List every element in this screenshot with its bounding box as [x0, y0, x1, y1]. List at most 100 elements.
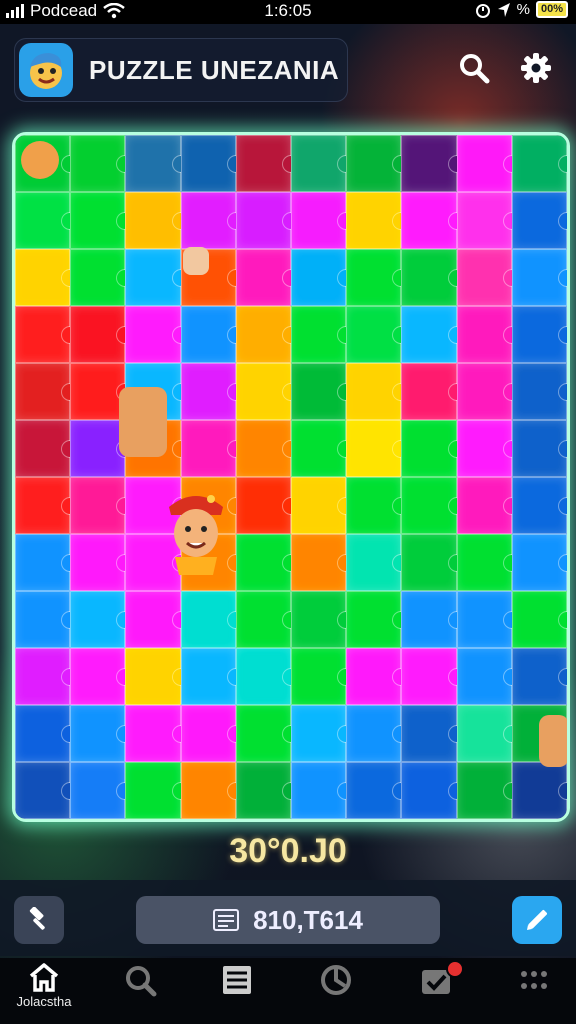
- puzzle-piece[interactable]: [401, 363, 465, 420]
- puzzle-piece[interactable]: [180, 135, 245, 192]
- puzzle-piece[interactable]: [235, 192, 300, 249]
- puzzle-piece[interactable]: [70, 534, 134, 591]
- puzzle-piece[interactable]: [70, 192, 134, 249]
- puzzle-piece[interactable]: [15, 762, 79, 819]
- puzzle-piece[interactable]: [511, 762, 567, 819]
- puzzle-piece[interactable]: [125, 249, 189, 306]
- puzzle-piece[interactable]: [70, 306, 134, 363]
- puzzle-piece[interactable]: [125, 306, 189, 363]
- puzzle-piece[interactable]: [125, 192, 189, 249]
- puzzle-piece[interactable]: [346, 591, 410, 648]
- puzzle-piece[interactable]: [511, 648, 567, 705]
- edit-button[interactable]: [512, 896, 562, 944]
- puzzle-piece[interactable]: [401, 192, 465, 249]
- puzzle-piece[interactable]: [125, 762, 189, 819]
- puzzle-piece[interactable]: [180, 591, 245, 648]
- tab-stats[interactable]: [296, 962, 376, 1022]
- tab-list[interactable]: [198, 962, 278, 1022]
- puzzle-piece[interactable]: [125, 135, 189, 192]
- puzzle-piece[interactable]: [511, 477, 567, 534]
- puzzle-piece[interactable]: [291, 648, 355, 705]
- hammer-button[interactable]: [14, 896, 64, 944]
- tab-home[interactable]: Jolacstha: [4, 962, 84, 1022]
- puzzle-piece[interactable]: [401, 762, 465, 819]
- puzzle-piece[interactable]: [456, 249, 521, 306]
- puzzle-piece[interactable]: [15, 648, 79, 705]
- puzzle-piece[interactable]: [511, 192, 567, 249]
- puzzle-piece[interactable]: [291, 705, 355, 762]
- puzzle-piece[interactable]: [235, 249, 300, 306]
- puzzle-piece[interactable]: [235, 705, 300, 762]
- puzzle-piece[interactable]: [235, 363, 300, 420]
- puzzle-piece[interactable]: [15, 249, 79, 306]
- puzzle-piece[interactable]: [346, 705, 410, 762]
- puzzle-piece[interactable]: [291, 534, 355, 591]
- puzzle-piece[interactable]: [291, 192, 355, 249]
- puzzle-piece[interactable]: [70, 135, 134, 192]
- puzzle-piece[interactable]: [456, 135, 521, 192]
- tab-search[interactable]: [100, 962, 180, 1022]
- settings-button[interactable]: [514, 46, 558, 90]
- puzzle-piece[interactable]: [346, 762, 410, 819]
- puzzle-piece[interactable]: [180, 363, 245, 420]
- puzzle-piece[interactable]: [70, 648, 134, 705]
- puzzle-piece[interactable]: [346, 363, 410, 420]
- puzzle-piece[interactable]: [180, 192, 245, 249]
- puzzle-piece[interactable]: [401, 591, 465, 648]
- puzzle-piece[interactable]: [180, 420, 245, 477]
- puzzle-piece[interactable]: [291, 135, 355, 192]
- puzzle-piece[interactable]: [401, 705, 465, 762]
- puzzle-piece[interactable]: [70, 591, 134, 648]
- puzzle-piece[interactable]: [291, 477, 355, 534]
- puzzle-piece[interactable]: [346, 477, 410, 534]
- puzzle-piece[interactable]: [235, 648, 300, 705]
- puzzle-piece[interactable]: [15, 705, 79, 762]
- puzzle-piece[interactable]: [511, 420, 567, 477]
- puzzle-piece[interactable]: [291, 762, 355, 819]
- puzzle-piece[interactable]: [346, 420, 410, 477]
- puzzle-piece[interactable]: [180, 648, 245, 705]
- puzzle-piece[interactable]: [235, 306, 300, 363]
- tab-tasks[interactable]: [396, 960, 476, 1022]
- puzzle-piece[interactable]: [456, 363, 521, 420]
- puzzle-piece[interactable]: [235, 591, 300, 648]
- tab-more[interactable]: [494, 962, 574, 1022]
- puzzle-piece[interactable]: [511, 249, 567, 306]
- puzzle-piece[interactable]: [401, 420, 465, 477]
- puzzle-piece[interactable]: [180, 705, 245, 762]
- puzzle-piece[interactable]: [180, 306, 245, 363]
- search-button[interactable]: [452, 46, 496, 90]
- puzzle-piece[interactable]: [511, 306, 567, 363]
- puzzle-piece[interactable]: [456, 648, 521, 705]
- puzzle-piece[interactable]: [125, 705, 189, 762]
- piece-counter-field[interactable]: 810,T614: [136, 896, 440, 944]
- puzzle-piece[interactable]: [15, 306, 79, 363]
- puzzle-piece[interactable]: [456, 705, 521, 762]
- puzzle-piece[interactable]: [70, 420, 134, 477]
- puzzle-piece[interactable]: [235, 420, 300, 477]
- puzzle-piece[interactable]: [456, 762, 521, 819]
- puzzle-piece[interactable]: [346, 249, 410, 306]
- puzzle-piece[interactable]: [401, 306, 465, 363]
- puzzle-piece[interactable]: [70, 762, 134, 819]
- puzzle-piece[interactable]: [346, 534, 410, 591]
- puzzle-piece[interactable]: [125, 648, 189, 705]
- puzzle-piece[interactable]: [346, 135, 410, 192]
- puzzle-piece[interactable]: [401, 648, 465, 705]
- puzzle-piece[interactable]: [291, 420, 355, 477]
- puzzle-piece[interactable]: [456, 591, 521, 648]
- puzzle-piece[interactable]: [70, 477, 134, 534]
- puzzle-piece[interactable]: [291, 363, 355, 420]
- puzzle-piece[interactable]: [511, 591, 567, 648]
- puzzle-piece[interactable]: [15, 534, 79, 591]
- puzzle-piece[interactable]: [346, 306, 410, 363]
- puzzle-piece[interactable]: [291, 249, 355, 306]
- puzzle-piece[interactable]: [125, 591, 189, 648]
- puzzle-piece[interactable]: [235, 477, 300, 534]
- puzzle-board[interactable]: [12, 132, 570, 822]
- puzzle-piece[interactable]: [70, 249, 134, 306]
- puzzle-piece[interactable]: [456, 534, 521, 591]
- puzzle-piece[interactable]: [291, 591, 355, 648]
- puzzle-piece[interactable]: [291, 306, 355, 363]
- puzzle-piece[interactable]: [511, 363, 567, 420]
